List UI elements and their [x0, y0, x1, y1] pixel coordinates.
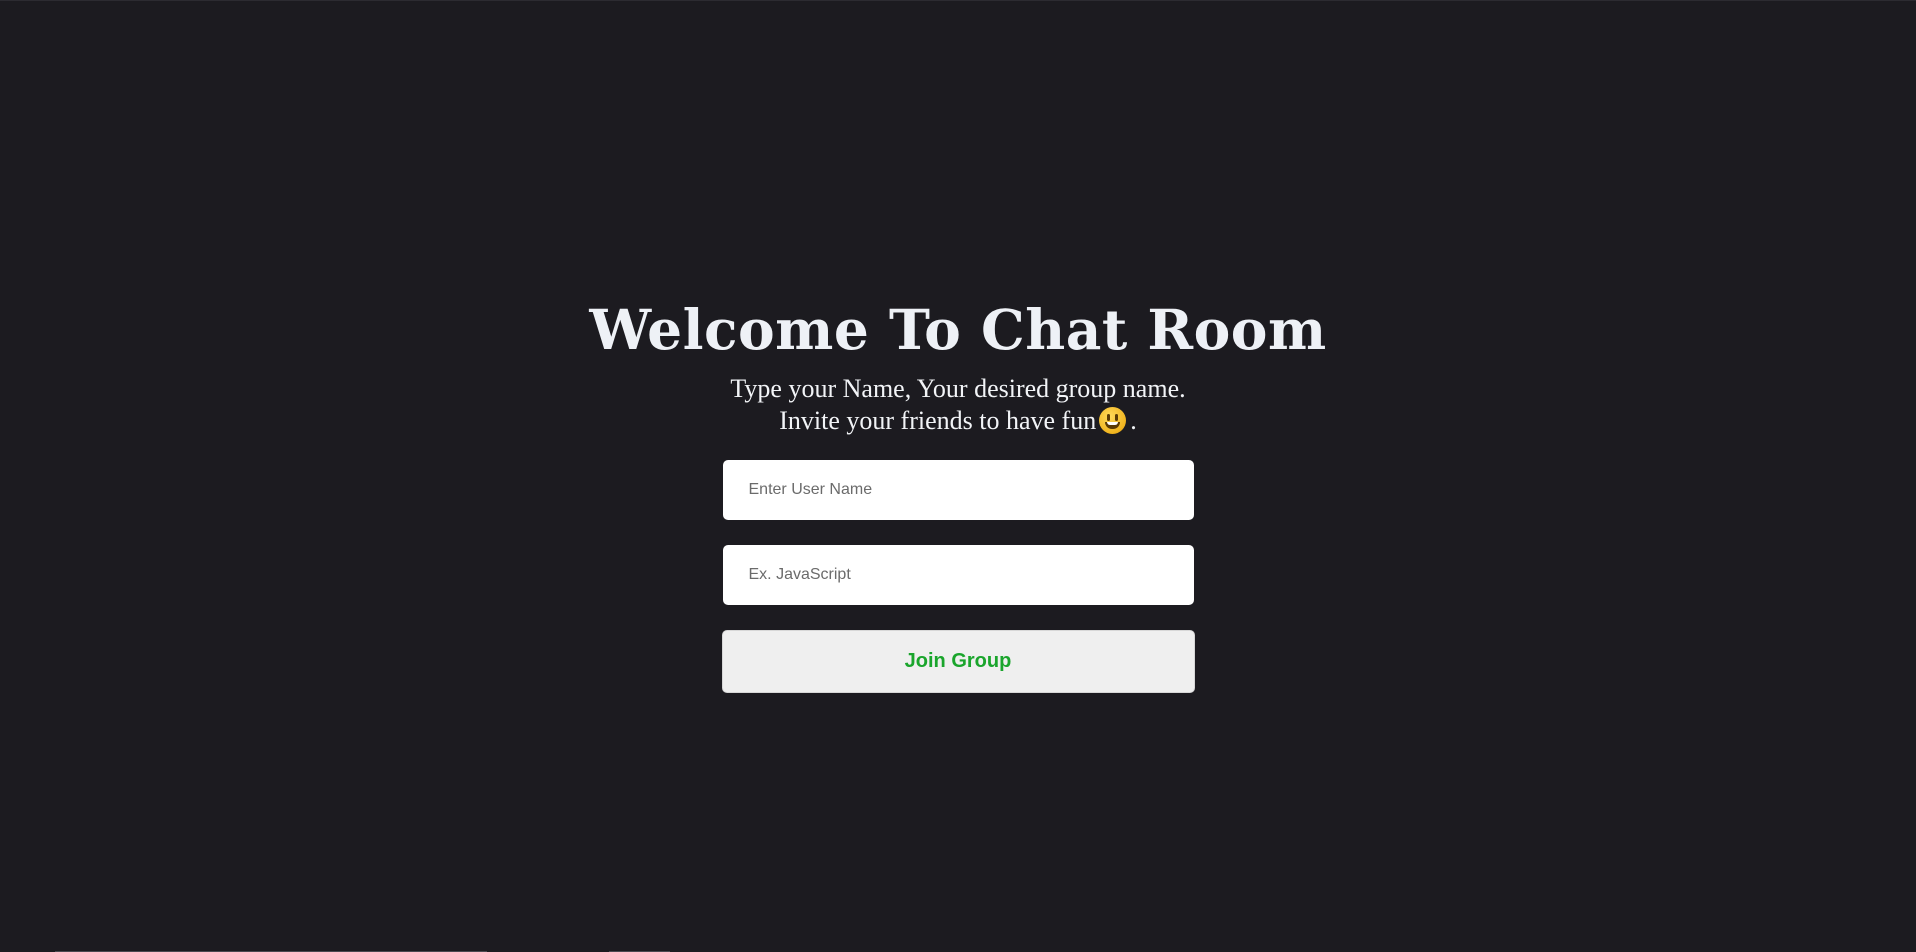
- page-title: Welcome To Chat Room: [589, 297, 1327, 362]
- subtitle-line-1: Type your Name, Your desired group name.: [730, 374, 1186, 403]
- join-group-button[interactable]: Join Group: [721, 630, 1195, 693]
- welcome-panel: Welcome To Chat Room Type your Name, You…: [0, 293, 1916, 693]
- subtitle-line-2: Invite your friends to have fun.: [730, 405, 1185, 437]
- subtitle-line-2-text: Invite your friends to have fun: [779, 406, 1097, 435]
- username-input[interactable]: [722, 460, 1194, 520]
- grinning-face-icon: [1099, 407, 1127, 434]
- subtitle-line-2-period: .: [1130, 406, 1137, 435]
- page-subtitle: Type your Name, Your desired group name.…: [730, 373, 1185, 437]
- group-name-input[interactable]: [722, 545, 1194, 605]
